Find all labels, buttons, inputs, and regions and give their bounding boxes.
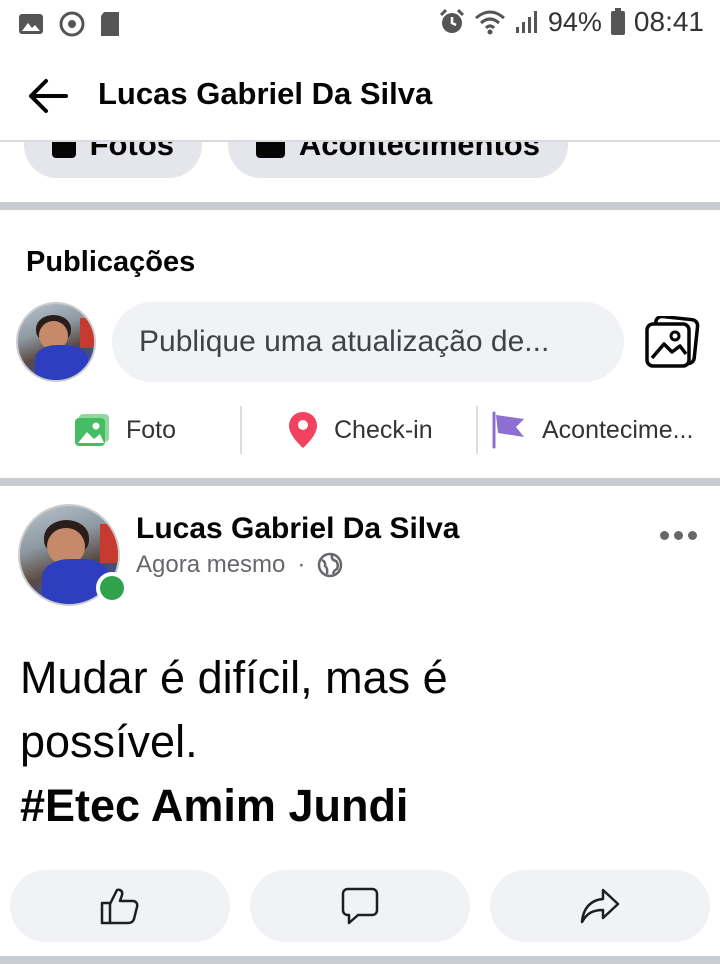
comment-icon xyxy=(341,887,379,925)
photo-action[interactable]: Foto xyxy=(74,404,176,456)
photo-icon xyxy=(75,414,109,446)
section-divider xyxy=(0,202,720,210)
composer-input[interactable]: Publique uma atualização de... xyxy=(112,302,624,382)
globe-icon xyxy=(318,552,343,578)
signal-icon xyxy=(515,11,537,33)
online-status-dot xyxy=(96,572,128,604)
like-icon xyxy=(100,888,139,925)
post-time[interactable]: Agora mesmo xyxy=(136,551,285,579)
hashtag-link[interactable]: #Etec Amim Jundi xyxy=(20,774,700,838)
post-meta: Agora mesmo · xyxy=(136,551,343,579)
wifi-icon xyxy=(474,10,505,35)
event-action[interactable]: Acontecime... xyxy=(490,404,693,456)
post-actions xyxy=(0,870,720,946)
action-label: Foto xyxy=(126,415,177,444)
post-text-line: Mudar é difícil, mas é xyxy=(20,652,448,703)
section-title: Publicações xyxy=(26,246,196,278)
share-icon xyxy=(580,888,620,924)
gallery-icon xyxy=(19,14,43,34)
section-divider xyxy=(0,478,720,486)
flag-icon xyxy=(492,411,524,449)
action-label: Check-in xyxy=(334,415,433,444)
sync-icon xyxy=(59,11,85,37)
checkin-action[interactable]: Check-in xyxy=(288,404,433,456)
composer-actions: Foto Check-in Acontecime... xyxy=(0,404,720,456)
sd-card-icon xyxy=(101,12,119,36)
app-bar: Lucas Gabriel Da Silva xyxy=(0,50,720,142)
separator xyxy=(476,406,478,454)
post-text: Mudar é difícil, mas é possível. #Etec A… xyxy=(20,646,700,838)
location-pin-icon xyxy=(289,412,317,448)
chip-acontecimentos[interactable]: Acontecimentos xyxy=(228,142,568,178)
profile-chips-row: Fotos Acontecimentos xyxy=(0,142,720,204)
post-author[interactable]: Lucas Gabriel Da Silva xyxy=(136,512,459,546)
clock: 08:41 xyxy=(633,6,704,37)
more-options-button[interactable] xyxy=(656,520,700,550)
page-title: Lucas Gabriel Da Silva xyxy=(98,76,433,111)
avatar[interactable] xyxy=(16,302,96,382)
share-button[interactable] xyxy=(490,870,710,942)
add-photo-icon[interactable] xyxy=(644,316,700,368)
back-arrow-icon[interactable] xyxy=(26,76,68,116)
chip-label: Fotos xyxy=(89,142,174,162)
chip-label: Acontecimentos xyxy=(298,142,540,162)
meta-separator: · xyxy=(297,551,306,578)
battery-icon xyxy=(610,8,625,35)
like-button[interactable] xyxy=(10,870,230,942)
dot xyxy=(659,530,669,540)
chip-fotos[interactable]: Fotos xyxy=(24,142,202,178)
dot xyxy=(673,530,683,540)
alarm-icon xyxy=(439,8,464,33)
status-bar: 94% 08:41 xyxy=(0,0,720,50)
action-label: Acontecime... xyxy=(542,415,694,444)
battery-percent: 94% xyxy=(547,6,602,37)
section-divider xyxy=(0,956,720,964)
post-text-line: possível. xyxy=(20,716,198,767)
separator xyxy=(240,406,242,454)
comment-button[interactable] xyxy=(250,870,470,942)
event-icon xyxy=(256,142,285,158)
dot xyxy=(687,530,697,540)
photos-icon xyxy=(52,142,76,158)
